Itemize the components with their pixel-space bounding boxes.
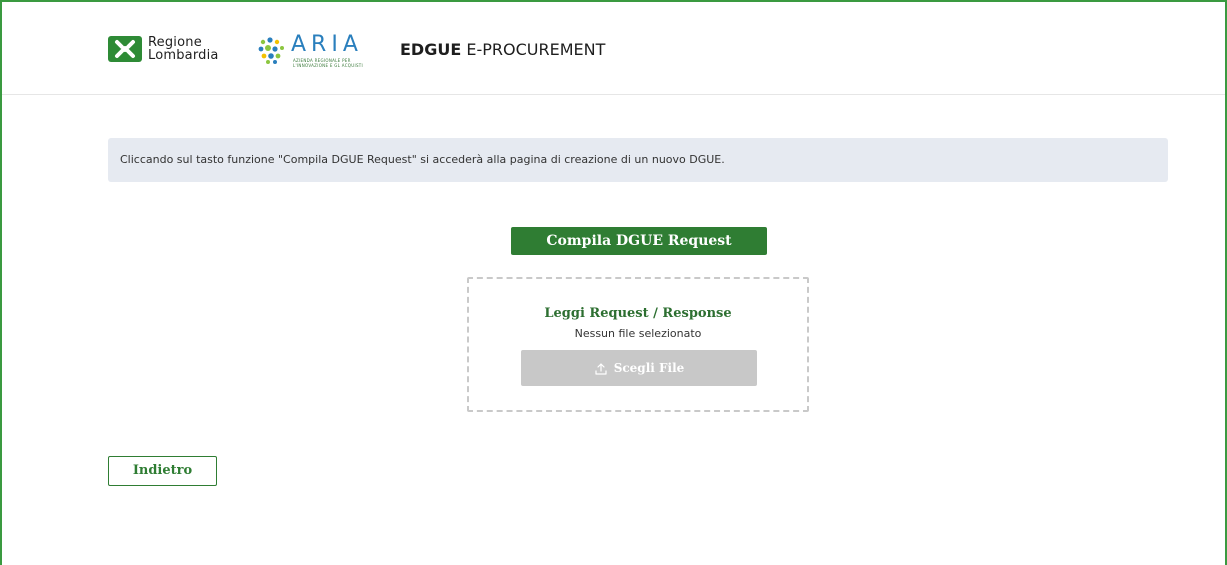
- app-title-bold: EDGUE: [400, 40, 462, 59]
- page-header: Regione Lombardia ARIA AZIENDA REGIONALE…: [2, 2, 1225, 95]
- aria-logo-dots: [258, 37, 284, 64]
- app-title-rest: E-PROCUREMENT: [461, 40, 606, 59]
- aria-logo-word: ARIA: [291, 32, 363, 57]
- upload-status: Nessun file selezionato: [574, 327, 702, 340]
- upload-icon: [595, 362, 607, 375]
- choose-file-label: Scegli File: [613, 361, 685, 375]
- compile-dgue-request-button[interactable]: Compila DGUE Request: [511, 227, 767, 255]
- info-banner: Cliccando sul tasto funzione "Compila DG…: [108, 138, 1168, 182]
- regione-lombardia-logo: Regione Lombardia: [108, 32, 248, 68]
- app-title: EDGUE E-PROCUREMENT: [400, 40, 605, 59]
- back-button[interactable]: Indietro: [108, 456, 217, 486]
- aria-logo: ARIA AZIENDA REGIONALE PER L'INNOVAZIONE…: [257, 32, 377, 68]
- regione-lombardia-logo-mark: [108, 36, 142, 62]
- logo-rl-line2: Lombardia: [148, 48, 219, 63]
- regione-lombardia-logo-text: Regione Lombardia: [148, 36, 219, 62]
- choose-file-button[interactable]: Scegli File: [521, 350, 757, 386]
- aria-logo-subtitle-2: L'INNOVAZIONE E GL ACQUISTI: [293, 63, 364, 68]
- upload-title: Leggi Request / Response: [544, 306, 732, 321]
- file-upload-dropzone[interactable]: Leggi Request / Response Nessun file sel…: [467, 277, 809, 412]
